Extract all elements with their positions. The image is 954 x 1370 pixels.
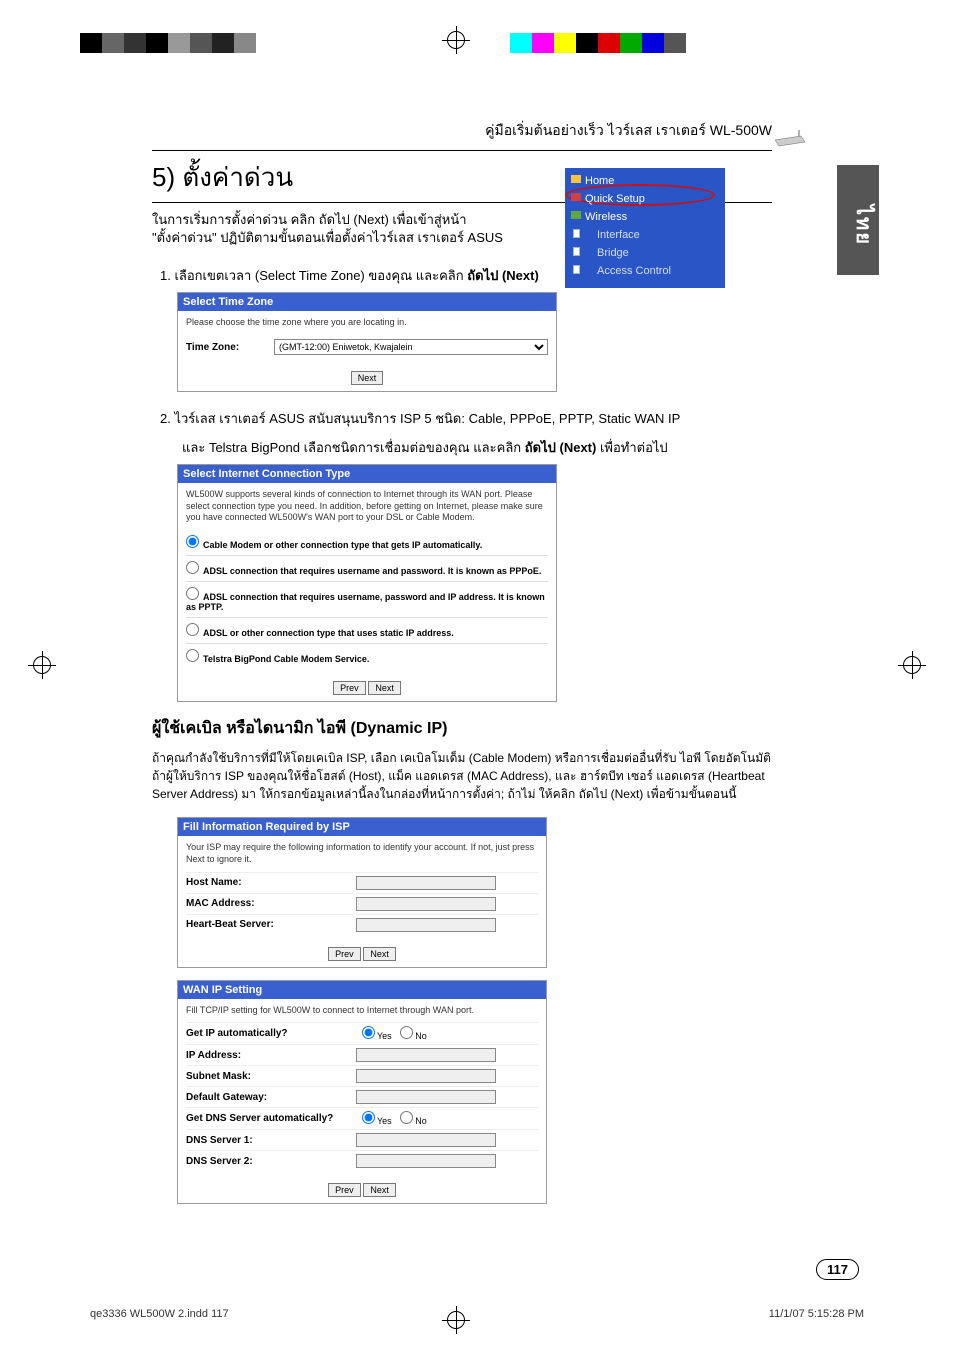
conn-option-pptp[interactable] (186, 587, 199, 600)
footer-timestamp: 11/1/07 5:15:28 PM (769, 1308, 864, 1320)
ip-address-input[interactable] (356, 1048, 496, 1062)
menu-quick-setup[interactable]: Quick Setup (571, 190, 719, 208)
prev-button[interactable]: Prev (328, 1183, 361, 1197)
next-button[interactable]: Next (351, 371, 384, 385)
panel-title: WAN IP Setting (178, 981, 546, 999)
folder-icon (571, 193, 581, 201)
menu-access-control[interactable]: Access Control (571, 262, 719, 280)
prev-button[interactable]: Prev (328, 947, 361, 961)
panel-title: Fill Information Required by ISP (178, 818, 546, 836)
registration-mark-icon (27, 650, 57, 680)
dns2-input[interactable] (356, 1154, 496, 1168)
conn-option-static[interactable] (186, 623, 199, 636)
menu-home[interactable]: Home (571, 172, 719, 190)
folder-icon (571, 175, 581, 183)
intro-text: ในการเริ่มการตั้งค่าด่วน คลิก ถัดไป (Nex… (152, 211, 552, 247)
isp-info-panel: Fill Information Required by ISP Your IS… (177, 817, 547, 967)
conn-option-pppoe[interactable] (186, 561, 199, 574)
subsection-title: ผู้ใช้เคเบิล หรือไดนามิก ไอพี (Dynamic I… (152, 716, 772, 741)
panel-description: Your ISP may require the following infor… (186, 842, 538, 865)
wan-ip-panel: WAN IP Setting Fill TCP/IP setting for W… (177, 980, 547, 1205)
panel-description: WL500W supports several kinds of connect… (186, 489, 548, 524)
folder-icon (571, 211, 581, 219)
menu-bridge[interactable]: Bridge (571, 244, 719, 262)
document-icon (573, 265, 580, 274)
step-2: 2. ไวร์เลส เราเตอร์ ASUS สนับสนุนบริการ … (160, 408, 772, 429)
side-nav-menu: Home Quick Setup Wireless Interface Brid… (565, 168, 725, 288)
next-button[interactable]: Next (368, 681, 401, 695)
language-tab: ไทย (837, 165, 879, 275)
dns1-input[interactable] (356, 1133, 496, 1147)
timezone-select[interactable]: (GMT-12:00) Eniwetok, Kwajalein (274, 339, 548, 355)
next-button[interactable]: Next (363, 1183, 396, 1197)
panel-description: Please choose the time zone where you ar… (186, 317, 548, 329)
menu-interface[interactable]: Interface (571, 226, 719, 244)
default-gateway-input[interactable] (356, 1090, 496, 1104)
panel-description: Fill TCP/IP setting for WL500W to connec… (186, 1005, 538, 1017)
get-ip-no[interactable] (400, 1026, 413, 1039)
header-title: คู่มือเริ่มต้นอย่างเร็ว ไวร์เลส เราเตอร์… (485, 122, 772, 138)
page-number: 117 (816, 1259, 859, 1280)
registration-mark-icon (897, 650, 927, 680)
panel-title: Select Time Zone (178, 293, 556, 311)
get-dns-no[interactable] (400, 1111, 413, 1124)
router-icon (773, 130, 807, 148)
footer-file: qe3336 WL500W 2.indd 117 (90, 1308, 229, 1320)
document-icon (573, 247, 580, 256)
host-name-input[interactable] (356, 876, 496, 890)
connection-type-panel: Select Internet Connection Type WL500W s… (177, 464, 557, 702)
dynamic-ip-paragraph: ถ้าคุณกำลังใช้บริการที่มีให้โดยเคเบิล IS… (152, 749, 772, 803)
conn-option-bigpond[interactable] (186, 649, 199, 662)
subnet-mask-input[interactable] (356, 1069, 496, 1083)
panel-title: Select Internet Connection Type (178, 465, 556, 483)
timezone-panel: Select Time Zone Please choose the time … (177, 292, 557, 392)
heartbeat-server-input[interactable] (356, 918, 496, 932)
timezone-label: Time Zone: (186, 342, 266, 353)
prev-button[interactable]: Prev (333, 681, 366, 695)
next-button[interactable]: Next (363, 947, 396, 961)
print-color-strip-right (510, 33, 686, 53)
get-dns-yes[interactable] (362, 1111, 375, 1124)
document-icon (573, 229, 580, 238)
print-footer: qe3336 WL500W 2.indd 117 11/1/07 5:15:28… (90, 1308, 864, 1320)
print-color-strip (80, 33, 256, 53)
mac-address-input[interactable] (356, 897, 496, 911)
page-header: คู่มือเริ่มต้นอย่างเร็ว ไวร์เลส เราเตอร์… (152, 120, 772, 151)
get-ip-yes[interactable] (362, 1026, 375, 1039)
step-2b: และ Telstra BigPond เลือกชนิดการเชื่อมต่… (182, 437, 772, 458)
registration-mark-icon (440, 25, 472, 57)
conn-option-cable[interactable] (186, 535, 199, 548)
menu-wireless[interactable]: Wireless (571, 208, 719, 226)
